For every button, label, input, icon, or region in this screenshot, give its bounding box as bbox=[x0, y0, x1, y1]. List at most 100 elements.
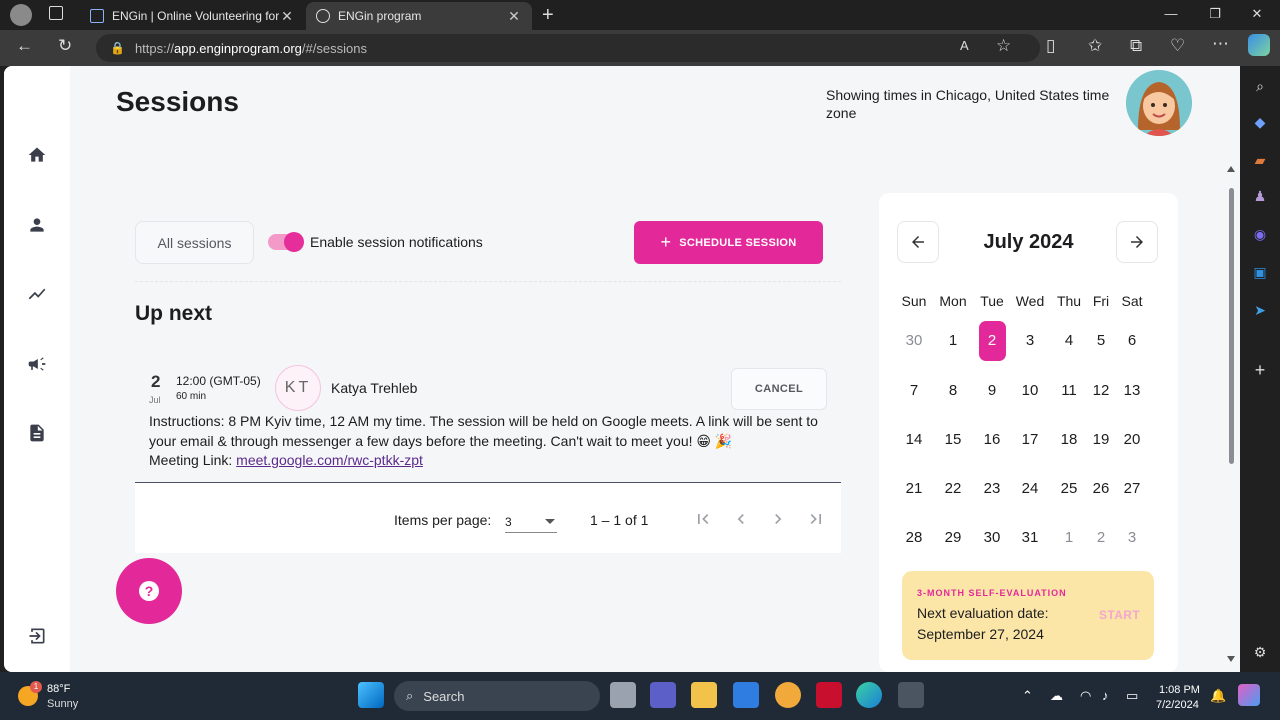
refresh-icon[interactable]: ↻ bbox=[58, 36, 72, 56]
schedule-session-button[interactable]: + SCHEDULE SESSION bbox=[634, 221, 823, 264]
calendar-day[interactable]: 22 bbox=[935, 469, 971, 509]
app-icon[interactable] bbox=[733, 682, 759, 708]
tab-engin-volunteering[interactable]: ENGin | Online Volunteering for U ✕ bbox=[80, 2, 305, 30]
restore-icon[interactable]: ❐ bbox=[1192, 6, 1238, 22]
previous-page-icon[interactable] bbox=[730, 509, 752, 531]
calendar-day[interactable]: 9 bbox=[974, 371, 1010, 411]
profile-icon[interactable] bbox=[25, 213, 49, 237]
document-icon[interactable] bbox=[25, 421, 49, 445]
calendar-day[interactable]: 16 bbox=[974, 420, 1010, 460]
show-hidden-icons[interactable]: ⌃ bbox=[1022, 688, 1033, 704]
search-icon[interactable]: ⌕ bbox=[1250, 78, 1270, 98]
calendar-day[interactable]: 10 bbox=[1012, 371, 1048, 411]
send-icon[interactable]: ➤ bbox=[1250, 302, 1270, 322]
windows-start-icon[interactable] bbox=[358, 682, 384, 708]
next-page-icon[interactable] bbox=[767, 509, 789, 531]
add-sidebar-icon[interactable]: + bbox=[1250, 360, 1270, 380]
calendar-day[interactable]: 30 bbox=[974, 518, 1010, 558]
shopping-tag-icon[interactable]: ◆ bbox=[1250, 114, 1270, 134]
taskbar-search[interactable]: ⌕ Search bbox=[394, 681, 600, 711]
tab-actions-icon[interactable] bbox=[49, 6, 63, 20]
calendar-day[interactable]: 3 bbox=[1114, 518, 1150, 558]
favorite-star-icon[interactable]: ☆ bbox=[996, 36, 1011, 56]
tab-engin-program[interactable]: ENGin program ✕ bbox=[306, 2, 532, 30]
progress-chart-icon[interactable] bbox=[25, 282, 49, 306]
calendar-day[interactable]: 4 bbox=[1051, 321, 1087, 361]
calendar-day[interactable]: 27 bbox=[1114, 469, 1150, 509]
megaphone-icon[interactable] bbox=[25, 352, 49, 376]
read-aloud-icon[interactable]: A bbox=[960, 38, 969, 53]
onedrive-icon[interactable]: ☁ bbox=[1050, 688, 1063, 704]
logout-icon[interactable] bbox=[25, 624, 49, 648]
first-page-icon[interactable] bbox=[692, 509, 714, 531]
outlook-icon[interactable]: ▣ bbox=[1250, 264, 1270, 284]
calendar-day[interactable]: 25 bbox=[1051, 469, 1087, 509]
calendar-day[interactable]: 28 bbox=[896, 518, 932, 558]
scroll-thumb[interactable] bbox=[1229, 188, 1234, 464]
calendar-day[interactable]: 13 bbox=[1114, 371, 1150, 411]
calendar-day[interactable]: 1 bbox=[935, 321, 971, 361]
calendar-day[interactable]: 6 bbox=[1114, 321, 1150, 361]
calendar-day[interactable]: 17 bbox=[1012, 420, 1048, 460]
calculator-icon[interactable] bbox=[898, 682, 924, 708]
more-menu-icon[interactable]: ⋯ bbox=[1212, 34, 1229, 54]
mcafee-icon[interactable] bbox=[816, 682, 842, 708]
teams-icon[interactable] bbox=[650, 682, 676, 708]
calendar-day[interactable]: 3 bbox=[1012, 321, 1048, 361]
close-tab-icon[interactable]: ✕ bbox=[279, 8, 295, 25]
edge-browser-icon[interactable] bbox=[856, 682, 882, 708]
taskbar-time[interactable]: 1:08 PM bbox=[1159, 684, 1200, 696]
calendar-day[interactable]: 18 bbox=[1051, 420, 1087, 460]
calendar-day[interactable]: 7 bbox=[896, 371, 932, 411]
close-window-icon[interactable]: ✕ bbox=[1234, 6, 1280, 22]
close-tab-icon[interactable]: ✕ bbox=[506, 8, 522, 25]
calendar-day[interactable]: 24 bbox=[1012, 469, 1048, 509]
wifi-icon[interactable]: ◠ bbox=[1080, 688, 1091, 704]
back-icon[interactable]: ← bbox=[16, 36, 33, 56]
start-evaluation-button[interactable]: START bbox=[1099, 608, 1140, 622]
all-sessions-button[interactable]: All sessions bbox=[135, 221, 254, 264]
profile-avatar-icon[interactable] bbox=[10, 4, 32, 26]
calendar-day[interactable]: 15 bbox=[935, 420, 971, 460]
copilot-icon[interactable] bbox=[1248, 34, 1270, 56]
avatar[interactable] bbox=[1126, 70, 1192, 136]
browser-essentials-icon[interactable]: ♡ bbox=[1170, 36, 1185, 56]
split-screen-icon[interactable]: ▯ bbox=[1046, 36, 1055, 56]
scroll-down-icon[interactable] bbox=[1227, 656, 1235, 662]
calendar-day[interactable]: 20 bbox=[1114, 420, 1150, 460]
items-per-page-select[interactable]: 3 bbox=[505, 511, 557, 533]
battery-icon[interactable]: ▭ bbox=[1126, 688, 1138, 704]
tools-icon[interactable]: ▰ bbox=[1250, 152, 1270, 172]
calendar-day[interactable]: 11 bbox=[1051, 371, 1087, 411]
calendar-day-selected[interactable]: 2 bbox=[974, 321, 1010, 361]
calendar-day[interactable]: 30 bbox=[896, 321, 932, 361]
volume-icon[interactable]: ♪ bbox=[1102, 688, 1109, 703]
home-icon[interactable] bbox=[25, 143, 49, 167]
calendar-day[interactable]: 31 bbox=[1012, 518, 1048, 558]
task-view-icon[interactable] bbox=[610, 682, 636, 708]
calendar-day[interactable]: 8 bbox=[935, 371, 971, 411]
file-explorer-icon[interactable] bbox=[691, 682, 717, 708]
help-button[interactable]: ? bbox=[116, 558, 182, 624]
scroll-up-icon[interactable] bbox=[1227, 166, 1235, 172]
copilot-sidebar-icon[interactable]: ◉ bbox=[1250, 226, 1270, 246]
new-tab-icon[interactable]: + bbox=[542, 4, 554, 27]
meeting-link[interactable]: meet.google.com/rwc-ptkk-zpt bbox=[236, 452, 423, 468]
weather-temperature[interactable]: 88°F bbox=[47, 683, 70, 695]
tips-icon[interactable] bbox=[775, 682, 801, 708]
weather-condition[interactable]: Sunny bbox=[47, 698, 78, 710]
cancel-session-button[interactable]: CANCEL bbox=[731, 368, 827, 410]
minimize-icon[interactable]: — bbox=[1148, 6, 1194, 21]
taskbar-date[interactable]: 7/2/2024 bbox=[1156, 699, 1199, 711]
notifications-bell-icon[interactable]: 🔔 bbox=[1210, 688, 1226, 704]
next-month-button[interactable] bbox=[1116, 221, 1158, 263]
notifications-toggle[interactable] bbox=[268, 232, 304, 252]
last-page-icon[interactable] bbox=[805, 509, 827, 531]
collections-icon[interactable]: ⧉ bbox=[1130, 36, 1142, 56]
calendar-day[interactable]: 14 bbox=[896, 420, 932, 460]
games-icon[interactable]: ♟ bbox=[1250, 188, 1270, 208]
url-field[interactable]: 🔒 https://app.enginprogram.org/#/session… bbox=[96, 34, 1040, 62]
calendar-day[interactable]: 23 bbox=[974, 469, 1010, 509]
calendar-day[interactable]: 21 bbox=[896, 469, 932, 509]
copilot-taskbar-icon[interactable] bbox=[1238, 684, 1260, 706]
